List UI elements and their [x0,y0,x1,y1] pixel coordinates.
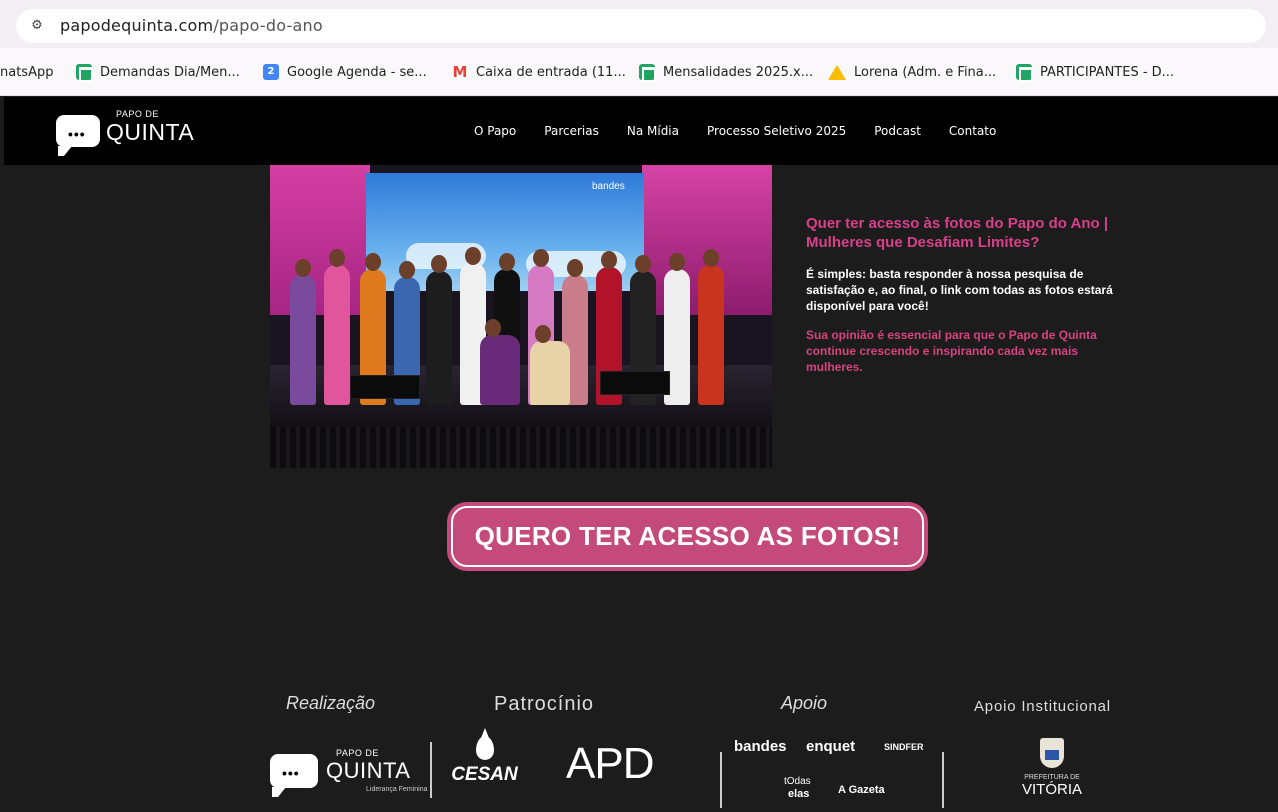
bookmark-label: Caixa de entrada (11... [476,64,626,80]
water-drop-icon [475,728,494,760]
footer-divider [720,752,722,808]
footer-divider [430,742,432,798]
bookmark-caixa-entrada[interactable]: M Caixa de entrada (11... [452,62,626,82]
event-group-photo: bandes [270,165,772,468]
bookmark-label: Google Agenda - se... [287,64,427,80]
nav-o-papo[interactable]: O Papo [474,124,516,138]
bookmarks-bar: natsApp Demandas Dia/Men... 2 Google Age… [0,48,1278,96]
a-gazeta-logo: A Gazeta [838,784,885,796]
coat-of-arms-icon [1040,738,1064,768]
main-nav: O Papo Parcerias Na Mídia Processo Selet… [474,97,1024,165]
footer-apoio-heading: Apoio [781,693,828,713]
apoio-logos-group: bandes enquet SINDFER tOdas elas A Gazet… [734,738,934,808]
todas-elas-logo-line1: tOdas [784,776,811,787]
google-sheets-icon [76,64,93,82]
bookmark-participantes[interactable]: PARTICIPANTES - D... [1016,62,1174,82]
access-photos-button-label: QUERO TER ACESSO AS FOTOS! [451,506,924,567]
bookmark-demandas[interactable]: Demandas Dia/Men... [76,62,240,82]
bandes-logo: bandes [734,738,787,755]
photos-info-block: Quer ter acesso às fotos do Papo do Ano … [806,214,1136,375]
bookmark-label: Demandas Dia/Men... [100,64,240,80]
footer-realizacao-heading: Realização [286,693,376,713]
url-path: /papo-do-ano [213,16,323,35]
bookmark-label: Lorena (Adm. e Fina... [854,64,997,80]
url-text[interactable]: papodequinta.com/papo-do-ano [60,16,323,35]
chat-bubble-icon: ••• [56,115,100,156]
google-sheets-icon [639,64,656,82]
todas-elas-logo-line2: elas [788,788,810,800]
stage-monitor [350,375,420,399]
info-question: Quer ter acesso às fotos do Papo do Ano … [806,215,1109,251]
bookmark-lorena[interactable]: Lorena (Adm. e Fina... [828,62,996,82]
gmail-icon: M [452,63,468,81]
chat-bubble-icon: ••• [270,754,318,797]
nav-processo-seletivo[interactable]: Processo Seletivo 2025 [707,124,846,138]
bookmark-label: PARTICIPANTES - D... [1040,64,1175,80]
cesan-logo: CESAN [447,728,522,786]
enquet-logo: enquet [806,738,856,755]
papo-de-quinta-logo[interactable]: ••• PAPO DE QUINTA [56,107,216,157]
nav-contato[interactable]: Contato [949,124,996,138]
photo-screen-brand: bandes [592,181,625,192]
photo-stage-skirt [270,427,772,468]
google-drive-icon [828,64,846,80]
google-sheets-icon [1016,64,1033,82]
cesan-text: CESAN [451,764,518,785]
logo-big-text: QUINTA [106,119,195,145]
footer-patrocinio-heading: Patrocínio [494,693,595,715]
access-photos-button[interactable]: QUERO TER ACESSO AS FOTOS! [447,502,928,571]
browser-address-bar: ⚙ papodequinta.com/papo-do-ano [0,0,1278,48]
info-motivation: Sua opinião é essencial para que o Papo … [806,328,1097,374]
logo-subtitle: Liderança Feminina [366,786,428,793]
footer-divider [942,752,944,808]
site-header: ••• PAPO DE QUINTA O Papo Parcerias Na M… [4,97,1278,165]
footer-apoio-institucional-heading: Apoio Institucional [974,698,1111,715]
stage-monitor [600,371,670,395]
vitoria-text: VITÓRIA [1021,781,1082,798]
prefeitura-text: PREFEITURA DE [1024,774,1080,781]
info-instructions: É simples: basta responder à nossa pesqu… [806,267,1113,313]
nav-na-midia[interactable]: Na Mídia [627,124,679,138]
nav-podcast[interactable]: Podcast [874,124,921,138]
bookmark-whatsapp[interactable]: natsApp [0,62,53,82]
footer-papo-de-quinta-logo: ••• PAPO DE QUINTA Liderança Feminina [270,748,430,800]
logo-small-text: PAPO DE [336,748,379,758]
logo-big-text: QUINTA [326,758,411,783]
apd-logo: APD [566,739,654,788]
bookmark-google-agenda[interactable]: 2 Google Agenda - se... [263,62,427,82]
sindfer-logo: SINDFER [884,742,924,752]
url-domain: papodequinta.com [60,16,214,35]
logo-small-text: PAPO DE [116,109,159,119]
nav-parcerias[interactable]: Parcerias [544,124,599,138]
google-calendar-icon: 2 [263,64,279,80]
bookmark-label: natsApp [0,64,54,80]
site-settings-icon[interactable]: ⚙ [28,17,46,35]
bookmark-label: Mensalidades 2025.x... [663,64,814,80]
prefeitura-vitoria-logo: PREFEITURA DE VITÓRIA [1010,738,1094,798]
bookmark-mensalidades[interactable]: Mensalidades 2025.x... [639,62,813,82]
